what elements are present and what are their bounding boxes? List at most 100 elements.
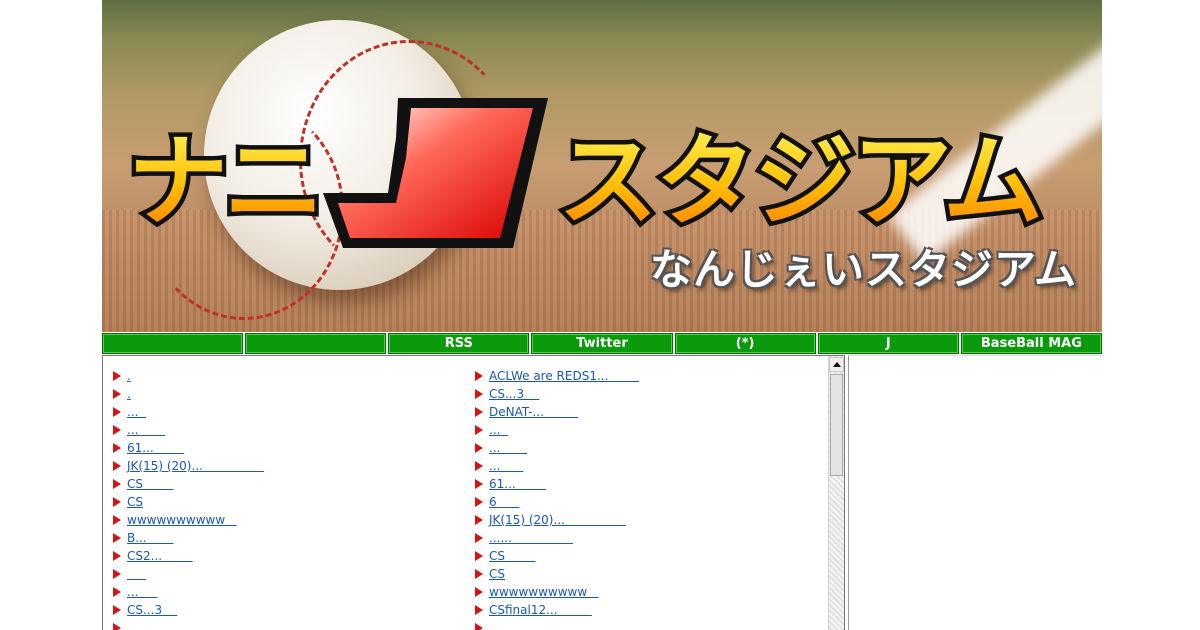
bullet-arrow-icon	[475, 443, 483, 453]
article-link[interactable]: CS2...	[127, 549, 193, 563]
list-item: ...	[113, 619, 264, 630]
bullet-arrow-icon	[475, 371, 483, 381]
article-link[interactable]: CS	[489, 567, 505, 581]
article-link[interactable]: .	[127, 369, 131, 383]
bullet-arrow-icon	[475, 551, 483, 561]
header-banner[interactable]: ナニ スタジアム なんじぇいスタジアム	[102, 0, 1102, 332]
scroll-up-button[interactable]	[829, 357, 844, 372]
bullet-arrow-icon	[475, 569, 483, 579]
bullet-arrow-icon	[113, 425, 121, 435]
article-link[interactable]: ......	[489, 531, 573, 545]
article-link[interactable]: wwwwwwwwww	[489, 585, 599, 599]
list-item: ACLWe are REDS1...	[475, 367, 639, 385]
nav-item-j[interactable]: J	[817, 333, 959, 354]
list-item: ...	[113, 403, 264, 421]
article-link[interactable]: ...	[127, 405, 146, 419]
article-link[interactable]: B...	[127, 531, 173, 545]
bullet-arrow-icon	[113, 623, 121, 630]
list-item: CS	[113, 475, 264, 493]
logo-text-left: ナニ	[128, 123, 320, 240]
bullet-arrow-icon	[113, 533, 121, 543]
bullet-arrow-icon	[113, 569, 121, 579]
vertical-scrollbar[interactable]	[828, 356, 844, 630]
article-link[interactable]: CSfinal12...	[489, 603, 592, 617]
article-link[interactable]: CS	[489, 549, 536, 563]
logo-subtitle: なんじぇいスタジアム	[650, 245, 1078, 294]
scroll-up-arrow-icon	[832, 362, 841, 367]
article-link[interactable]: ...	[489, 423, 508, 437]
list-item: ...	[475, 439, 639, 457]
nav-item-2[interactable]	[245, 333, 387, 354]
article-link[interactable]: ...	[127, 621, 138, 630]
article-link[interactable]: JK(15) (20)...	[489, 513, 626, 527]
nav-item-twitter[interactable]: Twitter	[531, 333, 673, 354]
article-link[interactable]: .	[127, 387, 131, 401]
bullet-arrow-icon	[113, 515, 121, 525]
article-link[interactable]: JK(15) (20)...	[127, 459, 264, 473]
article-link[interactable]: ...	[127, 585, 158, 599]
bullet-arrow-icon	[475, 389, 483, 399]
bullet-arrow-icon	[475, 515, 483, 525]
bullet-arrow-icon	[475, 479, 483, 489]
list-item: ...	[475, 421, 639, 439]
list-item: .	[113, 367, 264, 385]
list-item: 61...	[475, 475, 639, 493]
nav-item-rss[interactable]: RSS	[388, 333, 530, 354]
nav-item-baseball-mag[interactable]: BaseBall MAG	[960, 333, 1102, 354]
bullet-arrow-icon	[113, 587, 121, 597]
list-item: CS	[475, 565, 639, 583]
bullet-arrow-icon	[113, 605, 121, 615]
article-link[interactable]: CS	[127, 495, 143, 509]
list-item: ...	[475, 619, 639, 630]
article-link[interactable]: CS	[127, 477, 174, 491]
bullet-arrow-icon	[113, 497, 121, 507]
list-item: 6	[475, 493, 639, 511]
article-link[interactable]: DeNAT-...	[489, 405, 578, 419]
article-link[interactable]: ...	[489, 621, 500, 630]
list-item: CS	[113, 493, 264, 511]
article-link[interactable]: ...	[127, 423, 165, 437]
list-item: wwwwwwwwww	[113, 511, 264, 529]
page: ナニ スタジアム なんじぇいスタジアム RSS Twitter (*) J Ba…	[102, 0, 1102, 630]
j-emblem	[323, 98, 548, 248]
article-link[interactable]: ...	[489, 441, 527, 455]
list-item: ...	[475, 457, 639, 475]
list-item	[113, 565, 264, 583]
list-item: ...	[113, 421, 264, 439]
link-column-left: . . ... ... 61... JK(15) (20)... CS CS w…	[113, 367, 264, 630]
site-logo[interactable]: ナニ スタジアム	[128, 98, 1078, 248]
list-item: ......	[475, 529, 639, 547]
bullet-arrow-icon	[475, 533, 483, 543]
nav-item-star[interactable]: (*)	[674, 333, 816, 354]
main-nav: RSS Twitter (*) J BaseBall MAG	[102, 333, 1102, 354]
bullet-arrow-icon	[113, 479, 121, 489]
list-item: JK(15) (20)...	[113, 457, 264, 475]
list-item: 61...	[113, 439, 264, 457]
bullet-arrow-icon	[113, 443, 121, 453]
article-link[interactable]: 61...	[489, 477, 546, 491]
logo-text-right: スタジアム	[558, 123, 1041, 240]
bullet-arrow-icon	[475, 587, 483, 597]
list-item: CS...3	[475, 385, 639, 403]
bullet-arrow-icon	[475, 605, 483, 615]
bullet-arrow-icon	[113, 371, 121, 381]
list-item: CS	[475, 547, 639, 565]
article-link[interactable]: wwwwwwwwww	[127, 513, 237, 527]
bullet-arrow-icon	[475, 407, 483, 417]
article-link[interactable]: ACLWe are REDS1...	[489, 369, 639, 383]
list-item: CSfinal12...	[475, 601, 639, 619]
article-link[interactable]: CS...3	[489, 387, 539, 401]
sidebar-frame	[848, 355, 1102, 630]
bullet-arrow-icon	[113, 461, 121, 471]
article-link[interactable]	[127, 567, 146, 581]
bullet-arrow-icon	[475, 497, 483, 507]
scroll-thumb[interactable]	[830, 374, 843, 476]
list-item: JK(15) (20)...	[475, 511, 639, 529]
article-link[interactable]: 6	[489, 495, 520, 509]
article-link[interactable]: CS...3	[127, 603, 177, 617]
article-link[interactable]: ...	[489, 459, 523, 473]
article-link[interactable]: 61...	[127, 441, 184, 455]
nav-item-1[interactable]	[102, 333, 244, 354]
bullet-arrow-icon	[113, 407, 121, 417]
bullet-arrow-icon	[475, 425, 483, 435]
